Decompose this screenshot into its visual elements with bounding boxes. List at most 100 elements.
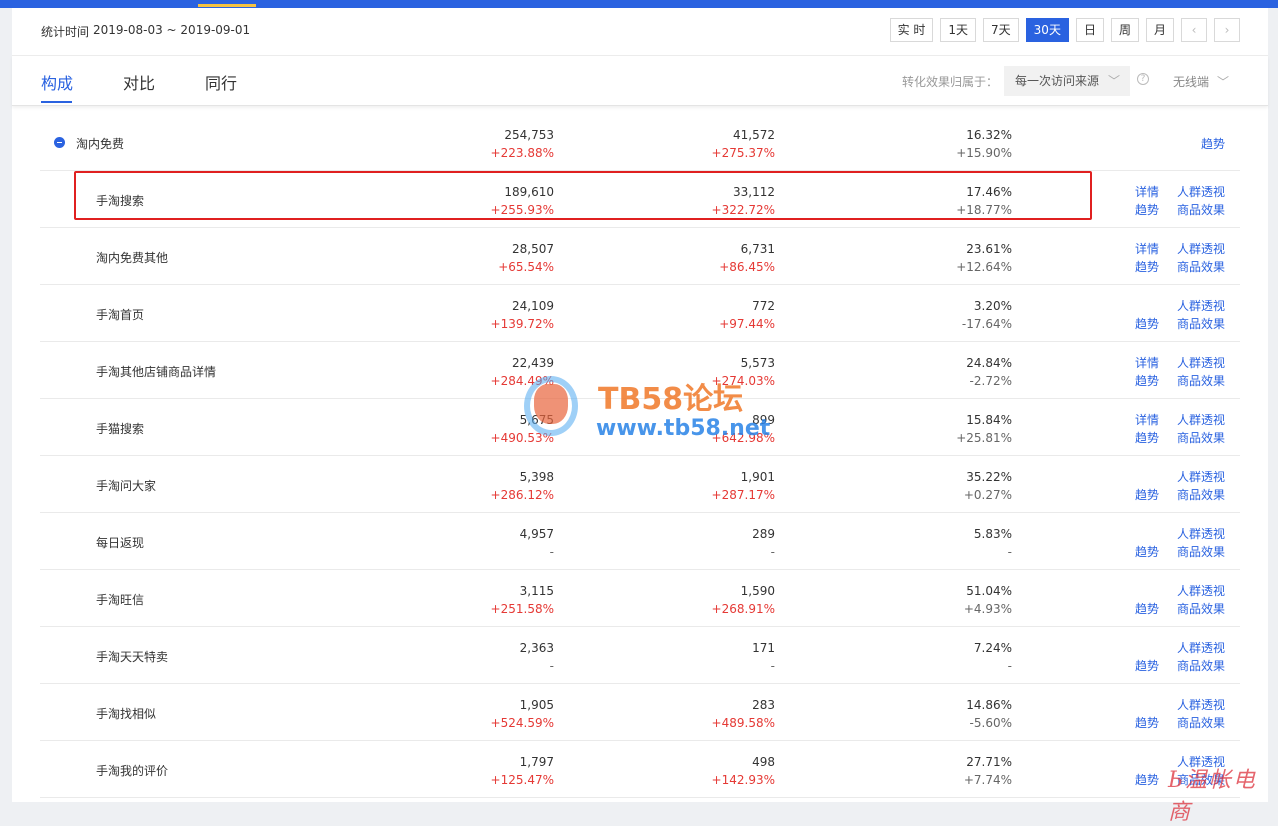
goods-effect-link[interactable]: 商品效果 (1177, 657, 1225, 675)
trend-link[interactable]: 趋势 (1201, 135, 1225, 153)
crowd-link[interactable]: 人群透视 (1177, 411, 1225, 429)
chevron-left-icon[interactable]: ‹ (1181, 18, 1207, 42)
source-name: 手淘旺信 (96, 593, 145, 607)
trend-link[interactable]: 趋势 (1135, 315, 1159, 333)
chevron-right-icon[interactable]: › (1214, 18, 1240, 42)
goods-effect-link[interactable]: 商品效果 (1177, 372, 1225, 390)
conversion-change: -5.60% (969, 716, 1012, 730)
goods-effect-link[interactable]: 商品效果 (1177, 201, 1225, 219)
tab-compare[interactable]: 对比 (123, 70, 155, 94)
trend-link[interactable]: 趋势 (1135, 201, 1159, 219)
crowd-link[interactable]: 人群透视 (1177, 696, 1225, 714)
range-button[interactable]: 月 (1145, 18, 1174, 42)
range-button[interactable]: 7天 (983, 18, 1019, 42)
conversion-change: +25.81% (956, 431, 1012, 445)
visitors-cell: 4,957 - (520, 525, 554, 561)
crowd-link[interactable]: 人群透视 (1177, 240, 1225, 258)
crowd-link[interactable]: 人群透视 (1177, 582, 1225, 600)
crowd-link[interactable]: 人群透视 (1177, 639, 1225, 657)
visitors-change: +255.93% (490, 203, 554, 217)
detail-link[interactable]: 详情 (1135, 354, 1159, 372)
detail-link[interactable]: 详情 (1135, 240, 1159, 258)
conversion-value: 35.22% (966, 470, 1012, 484)
buyers-change: +322.72% (711, 203, 775, 217)
trend-link[interactable]: 趋势 (1135, 543, 1159, 561)
conversion-cell: 17.46% +18.77% (956, 183, 1012, 219)
conversion-change: +12.64% (956, 260, 1012, 274)
trend-link[interactable]: 趋势 (1135, 486, 1159, 504)
buyers-change: +86.45% (719, 260, 775, 274)
conversion-value: 17.46% (966, 185, 1012, 199)
trend-link[interactable]: 趋势 (1135, 771, 1159, 789)
crowd-link[interactable]: 人群透视 (1177, 183, 1225, 201)
range-button[interactable]: 实 时 (889, 18, 934, 42)
attribution-select-value: 每一次访问来源 (1015, 74, 1100, 88)
attribution-select[interactable]: 每一次访问来源 ﹀ (1004, 66, 1130, 96)
range-button[interactable]: 30天 (1025, 18, 1069, 42)
buyers-value: 772 (752, 299, 775, 313)
crowd-link[interactable]: 人群透视 (1177, 468, 1225, 486)
table-row: 手淘旺信 3,115 +251.58% 1,590 +268.91% 51.04% +4.9… (40, 570, 1240, 627)
conversion-value: 5.83% (973, 527, 1012, 541)
trend-link[interactable]: 趋势 (1135, 372, 1159, 390)
conversion-cell: 7.24% - (974, 639, 1012, 675)
buyers-change: +287.17% (711, 488, 775, 502)
buyers-value: 1,901 (740, 470, 775, 484)
goods-effect-link[interactable]: 商品效果 (1177, 429, 1225, 447)
buyers-cell: 5,573 +274.03% (712, 354, 775, 390)
table-row: 手淘问大家 5,398 +286.12% 1,901 +287.17% 35.22% +0.… (40, 456, 1240, 513)
range-button[interactable]: 日 (1075, 18, 1104, 42)
trend-link[interactable]: 趋势 (1135, 429, 1159, 447)
visitors-value: 1,905 (519, 698, 554, 712)
goods-effect-link[interactable]: 商品效果 (1177, 714, 1225, 732)
conversion-value: 7.24% (973, 641, 1012, 655)
trend-link[interactable]: 趋势 (1135, 714, 1159, 732)
tab-composition[interactable]: 构成 (41, 70, 73, 94)
visitors-change: +284.49% (490, 374, 554, 388)
source-name: 手淘其他店铺商品详情 (96, 365, 217, 379)
range-button[interactable]: 1天 (940, 18, 977, 42)
buyers-cell: 1,590 +268.91% (712, 582, 775, 618)
goods-effect-link[interactable]: 商品效果 (1177, 486, 1225, 504)
goods-effect-link[interactable]: 商品效果 (1177, 543, 1225, 561)
device-select[interactable]: 无线端 ﹀ (1173, 73, 1229, 90)
tab-peers[interactable]: 同行 (205, 70, 237, 94)
trend-link[interactable]: 趋势 (1135, 258, 1159, 276)
source-name: 手淘问大家 (96, 479, 157, 493)
crowd-link[interactable]: 人群透视 (1177, 297, 1225, 315)
trend-link[interactable]: 趋势 (1135, 657, 1159, 675)
visitors-value: 22,439 (512, 356, 554, 370)
conversion-cell: 5.83% - (974, 525, 1012, 561)
goods-effect-link[interactable]: 商品效果 (1177, 315, 1225, 333)
buyers-change: +489.58% (711, 716, 775, 730)
conversion-change: - (1007, 659, 1012, 673)
visitors-value: 4,957 (519, 527, 554, 541)
visitors-value: 24,109 (512, 299, 554, 313)
buyers-change: +274.03% (711, 374, 775, 388)
crowd-link[interactable]: 人群透视 (1177, 354, 1225, 372)
conversion-value: 24.84% (966, 356, 1012, 370)
goods-effect-link[interactable]: 商品效果 (1177, 600, 1225, 618)
range-button[interactable]: 周 (1110, 18, 1139, 42)
conversion-change: -2.72% (969, 374, 1012, 388)
conversion-value: 3.20% (973, 299, 1012, 313)
visitors-cell: 28,507 +65.54% (498, 240, 554, 276)
conversion-value: 51.04% (966, 584, 1012, 598)
source-name: 淘内免费其他 (96, 251, 169, 265)
visitors-value: 189,610 (504, 185, 554, 199)
conversion-cell: 27.71% +7.74% (964, 753, 1012, 789)
buyers-change: - (770, 545, 775, 559)
detail-link[interactable]: 详情 (1135, 411, 1159, 429)
buyers-change: +97.44% (719, 317, 775, 331)
attribution-label: 转化效果归属于： (902, 75, 999, 89)
visitors-cell: 22,439 +284.49% (491, 354, 554, 390)
goods-effect-link[interactable]: 商品效果 (1177, 258, 1225, 276)
source-name: 手淘我的评价 (96, 764, 169, 778)
buyers-cell: 6,731 +86.45% (719, 240, 775, 276)
device-select-value: 无线端 (1173, 75, 1210, 89)
detail-link[interactable]: 详情 (1135, 183, 1159, 201)
help-icon[interactable]: ? (1137, 73, 1149, 85)
collapse-icon[interactable] (54, 137, 65, 148)
trend-link[interactable]: 趋势 (1135, 600, 1159, 618)
crowd-link[interactable]: 人群透视 (1177, 525, 1225, 543)
